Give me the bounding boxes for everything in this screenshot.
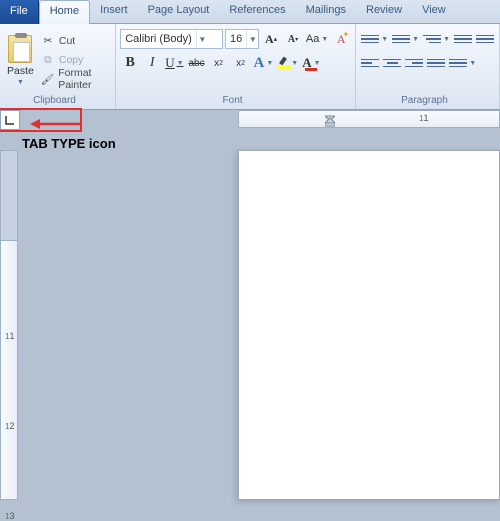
increase-indent-icon [476, 30, 494, 48]
decrease-indent-icon [454, 30, 472, 48]
subscript-button[interactable]: x2 [209, 53, 229, 73]
paste-icon [8, 35, 32, 63]
decrease-indent-button[interactable] [453, 29, 473, 49]
paste-label: Paste [7, 65, 34, 77]
chevron-down-icon: ▼ [196, 30, 208, 48]
tab-review[interactable]: Review [356, 0, 412, 24]
tab-references[interactable]: References [219, 0, 295, 24]
italic-button[interactable]: I [142, 53, 162, 73]
scissors-icon: ✂ [41, 34, 55, 48]
justify-button[interactable] [426, 53, 446, 73]
bold-button[interactable]: B [120, 53, 140, 73]
line-spacing-button[interactable]: ▼ [448, 53, 477, 73]
annotation-arrow-icon [30, 118, 82, 130]
font-name-value: Calibri (Body) [121, 33, 196, 45]
ribbon: Paste ▼ ✂ Cut ⧉ Copy 🖌 Format Painter Cl… [0, 24, 500, 110]
numbering-icon [392, 30, 410, 48]
multilevel-icon [423, 30, 441, 48]
chevron-down-icon: ▼ [246, 30, 258, 48]
tab-file[interactable]: File [0, 0, 39, 24]
bullets-button[interactable]: ▼ [360, 29, 389, 49]
copy-icon: ⧉ [41, 53, 55, 67]
font-size-combo[interactable]: 16 ▼ [225, 29, 259, 49]
align-center-icon [383, 54, 401, 72]
highlight-icon [277, 57, 289, 69]
align-left-icon [361, 54, 379, 72]
ruler-number: 2 [5, 421, 14, 431]
ruler-number: 1 [5, 331, 14, 341]
copy-button[interactable]: ⧉ Copy [41, 52, 111, 68]
copy-label: Copy [59, 54, 84, 66]
ruler-number: 1 [419, 113, 428, 123]
text-effects-button[interactable]: A▼ [253, 53, 275, 73]
cut-button[interactable]: ✂ Cut [41, 33, 111, 49]
ruler-margin-area [1, 151, 17, 241]
multilevel-button[interactable]: ▼ [422, 29, 451, 49]
superscript-button[interactable]: x2 [231, 53, 251, 73]
align-left-button[interactable] [360, 53, 380, 73]
tab-type-selector[interactable] [0, 110, 20, 130]
format-painter-label: Format Painter [58, 67, 111, 91]
change-case-button[interactable]: Aa▼ [305, 29, 329, 49]
group-paragraph: ▼ ▼ ▼ ▼ Paragraph [356, 24, 500, 109]
numbering-button[interactable]: ▼ [391, 29, 420, 49]
align-right-button[interactable] [404, 53, 424, 73]
ribbon-tabs: File Home Insert Page Layout References … [0, 0, 500, 24]
justify-icon [427, 54, 445, 72]
group-font: Calibri (Body) ▼ 16 ▼ A▴ A▾ Aa▼ A B I U▼ [116, 24, 356, 109]
annotation-text: TAB TYPE icon [22, 136, 116, 151]
ruler-number: 3 [5, 511, 14, 521]
tab-mailings[interactable]: Mailings [296, 0, 356, 24]
tab-insert[interactable]: Insert [90, 0, 138, 24]
font-size-value: 16 [226, 33, 246, 45]
clear-formatting-button[interactable]: A [331, 29, 351, 49]
underline-button[interactable]: U▼ [164, 53, 184, 73]
highlight-button[interactable]: ▼ [276, 53, 299, 73]
vertical-ruler[interactable]: 1 2 3 [0, 150, 18, 500]
workspace: TAB TYPE icon 1 1 2 3 [0, 110, 500, 500]
group-label-font: Font [120, 94, 351, 108]
brush-icon: 🖌 [41, 72, 54, 86]
format-painter-button[interactable]: 🖌 Format Painter [41, 71, 111, 87]
font-color-button[interactable]: A▼ [301, 53, 321, 73]
align-right-icon [405, 54, 423, 72]
tab-home[interactable]: Home [39, 0, 90, 24]
tab-view[interactable]: View [412, 0, 456, 24]
increase-indent-button[interactable] [475, 29, 495, 49]
shrink-font-button[interactable]: A▾ [283, 29, 303, 49]
paste-button[interactable]: Paste ▼ [4, 26, 37, 94]
grow-font-button[interactable]: A▴ [261, 29, 281, 49]
indent-marker-icon[interactable] [325, 112, 335, 127]
tab-type-icon [5, 115, 15, 125]
tab-page-layout[interactable]: Page Layout [138, 0, 220, 24]
group-clipboard: Paste ▼ ✂ Cut ⧉ Copy 🖌 Format Painter Cl… [0, 24, 116, 109]
horizontal-ruler[interactable]: 1 [238, 110, 500, 128]
group-label-clipboard: Clipboard [4, 94, 111, 108]
group-label-paragraph: Paragraph [360, 94, 495, 108]
bullets-icon [361, 30, 379, 48]
cut-label: Cut [59, 35, 75, 47]
font-name-combo[interactable]: Calibri (Body) ▼ [120, 29, 223, 49]
strikethrough-button[interactable]: abc [187, 53, 207, 73]
document-page[interactable] [238, 150, 500, 500]
align-center-button[interactable] [382, 53, 402, 73]
line-spacing-icon [449, 54, 467, 72]
